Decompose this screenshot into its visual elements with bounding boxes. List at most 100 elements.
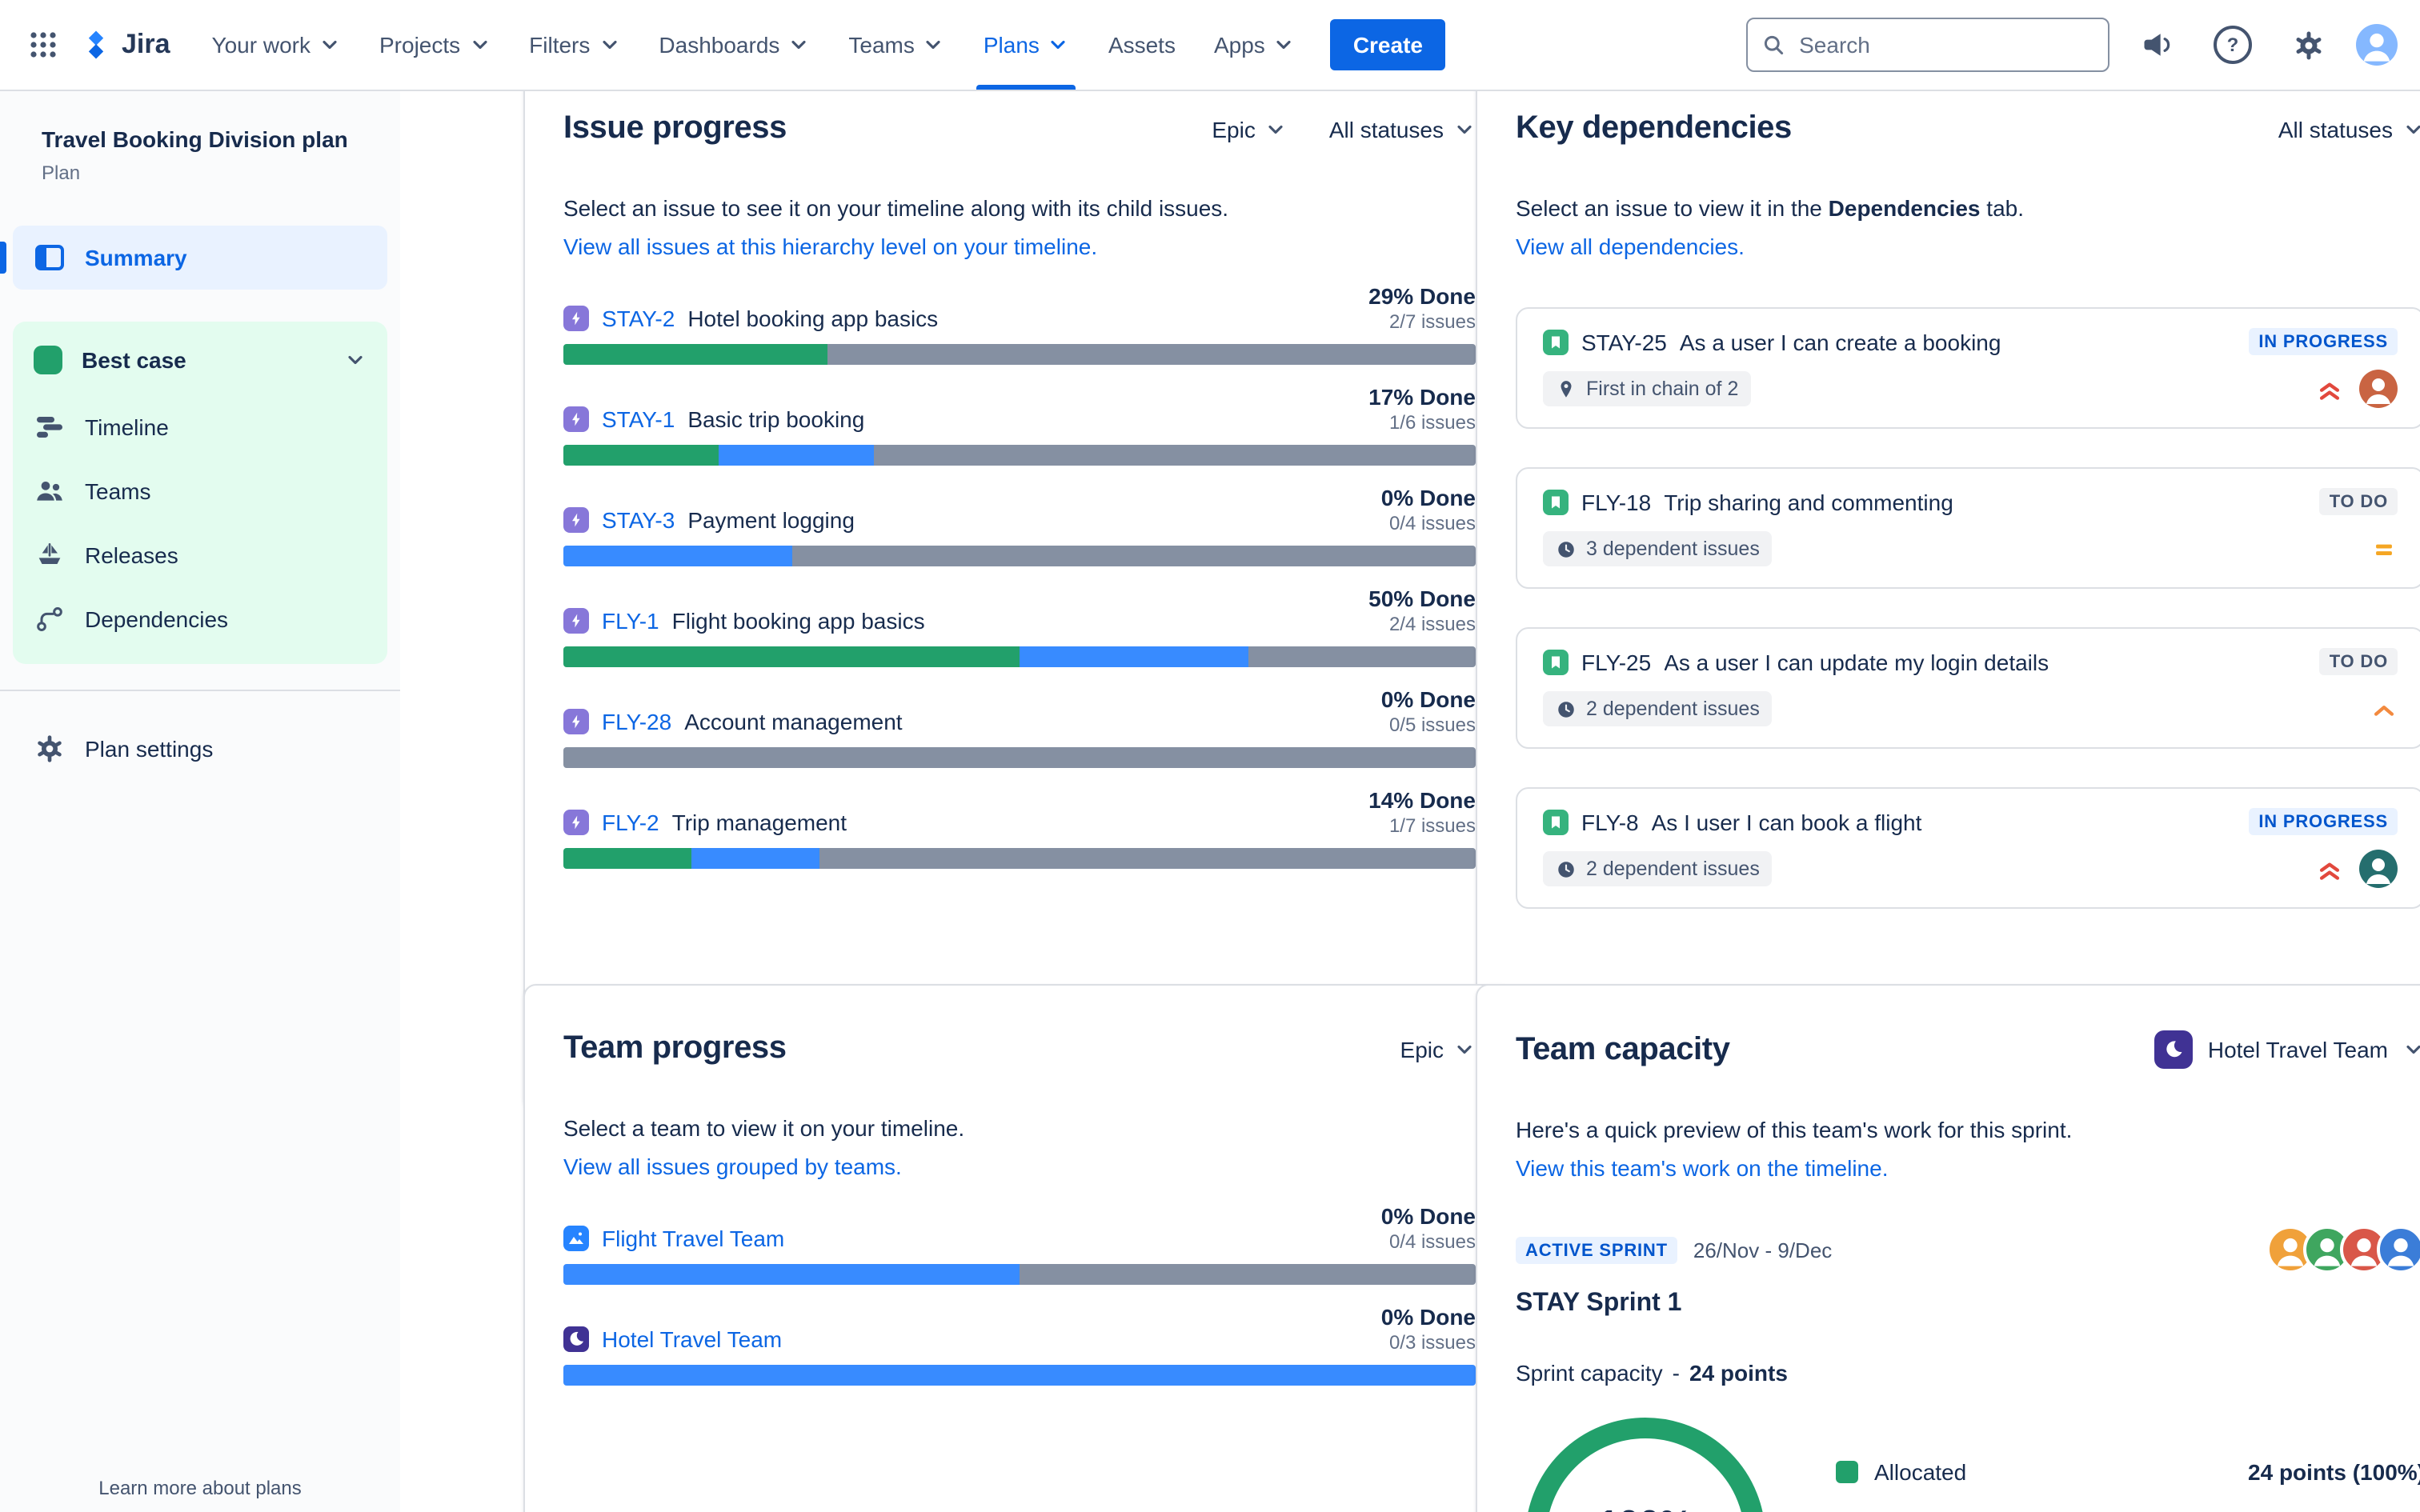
sidebar-item-timeline[interactable]: Timeline — [13, 395, 387, 459]
status-lozenge: TO DO — [2319, 488, 2398, 515]
gear-icon — [38, 735, 62, 762]
jira-logo-icon — [88, 30, 104, 59]
search-box — [1746, 18, 2109, 72]
epic-icon — [563, 810, 589, 835]
person-icon — [2366, 378, 2390, 404]
create-button[interactable]: Create — [1330, 19, 1445, 70]
status-filter-dropdown[interactable]: All statuses — [2278, 116, 2420, 142]
issue-key-link[interactable]: STAY-3 — [602, 507, 675, 533]
issue-row[interactable]: FLY-1 Flight booking app basics 50% Done… — [563, 586, 1476, 667]
progress-bar — [563, 646, 1476, 667]
issue-count: 1/7 issues — [1388, 814, 1476, 837]
dependency-item[interactable]: FLY-18 Trip sharing and commenting TO DO… — [1516, 467, 2420, 589]
search-input[interactable] — [1796, 30, 2093, 59]
nav-item-plans[interactable]: Plans — [964, 0, 1089, 90]
epic-icon — [563, 306, 589, 331]
dependency-item[interactable]: STAY-25 As a user I can create a booking… — [1516, 307, 2420, 429]
priority-highest-icon — [2319, 862, 2340, 879]
nav-item-teams[interactable]: Teams — [829, 0, 964, 90]
issue-count: 0/3 issues — [1388, 1331, 1476, 1354]
megaphone-icon — [2144, 34, 2170, 56]
status-lozenge: IN PROGRESS — [2249, 328, 2398, 355]
progress-bar — [563, 1365, 1476, 1386]
sidebar-item-teams[interactable]: Teams — [13, 459, 387, 523]
hotel-team-icon — [563, 1326, 589, 1352]
issue-key-link[interactable]: FLY-2 — [602, 810, 659, 835]
capacity-separator: - — [1672, 1360, 1680, 1386]
priority-highest-icon — [2319, 382, 2340, 399]
hierarchy-filter-dropdown[interactable]: Epic — [1212, 116, 1287, 142]
issue-row[interactable]: STAY-1 Basic trip booking 17% Done 1/6 i… — [563, 385, 1476, 466]
priority-medium-icon — [2376, 543, 2392, 554]
team-name-link[interactable]: Hotel Travel Team — [602, 1326, 782, 1352]
profile-avatar[interactable] — [2356, 24, 2398, 66]
sidebar-item-label: Teams — [85, 478, 151, 504]
issue-count: 0/5 issues — [1388, 714, 1476, 736]
issue-key-link[interactable]: STAY-1 — [602, 406, 675, 432]
dependency-item[interactable]: FLY-25 As a user I can update my login d… — [1516, 627, 2420, 749]
pin-icon — [1561, 380, 1572, 397]
plan-header: Travel Booking Division plan Plan — [0, 90, 400, 184]
issue-row[interactable]: FLY-2 Trip management 14% Done 1/7 issue… — [563, 788, 1476, 869]
view-issues-by-team-link[interactable]: View all issues grouped by teams. — [563, 1154, 902, 1179]
scenario-selector[interactable]: Best case — [13, 325, 387, 395]
gear-icon — [2295, 30, 2321, 59]
progress-bar — [563, 546, 1476, 566]
jira-logo[interactable]: Jira — [80, 29, 170, 61]
learn-more-link[interactable]: Learn more about plans — [0, 1477, 400, 1499]
progress-segment-done — [563, 344, 828, 365]
sidebar-item-plan-settings[interactable]: Plan settings — [13, 717, 387, 781]
card-description: Select a team to view it on your timelin… — [563, 1115, 965, 1141]
view-all-dependencies-link[interactable]: View all dependencies. — [1516, 234, 1745, 259]
chevron-down-icon — [348, 355, 363, 365]
sidebar-item-label: Timeline — [85, 414, 169, 440]
timeline-icon — [37, 417, 62, 438]
status-filter-dropdown[interactable]: All statuses — [1329, 116, 1476, 142]
nav-item-apps[interactable]: Apps — [1195, 0, 1315, 90]
issue-key: STAY-25 — [1581, 329, 1667, 354]
nav-item-dashboards[interactable]: Dashboards — [639, 0, 829, 90]
issue-summary: Trip sharing and commenting — [1664, 489, 1953, 514]
active-sprint-lozenge: ACTIVE SPRINT — [1516, 1236, 1677, 1263]
sidebar-item-label: Dependencies — [85, 606, 229, 632]
issue-key-link[interactable]: FLY-1 — [602, 608, 659, 634]
sidebar-item-releases[interactable]: Releases — [13, 523, 387, 587]
issue-key-link[interactable]: STAY-2 — [602, 306, 675, 331]
allocated-swatch — [1836, 1461, 1858, 1483]
issue-row[interactable]: STAY-2 Hotel booking app basics 29% Done… — [563, 284, 1476, 365]
card-title: Issue progress — [563, 110, 787, 146]
sprint-capacity-line: Sprint capacity - 24 points — [1516, 1360, 2420, 1386]
sidebar-item-summary[interactable]: Summary — [0, 226, 387, 290]
help-button[interactable]: ? — [2206, 18, 2260, 72]
hierarchy-filter-dropdown[interactable]: Epic — [1400, 1036, 1476, 1062]
issue-key: FLY-18 — [1581, 489, 1652, 514]
team-row[interactable]: Hotel Travel Team 0% Done 0/3 issues — [563, 1305, 1476, 1386]
dependency-item[interactable]: FLY-8 As I user I can book a flight IN P… — [1516, 787, 2420, 909]
announcements-button[interactable] — [2130, 18, 2185, 72]
chevron-down-icon — [323, 40, 337, 50]
issue-count: 2/7 issues — [1388, 310, 1476, 333]
sprint-name: STAY Sprint 1 — [1516, 1290, 1682, 1317]
story-icon — [1543, 329, 1569, 354]
chevron-down-icon — [791, 40, 806, 50]
legend-row-allocated: Allocated 24 points (100%) — [1836, 1459, 2420, 1485]
app-switcher-button[interactable] — [16, 18, 70, 72]
nav-item-assets[interactable]: Assets — [1089, 0, 1195, 90]
issue-row[interactable]: FLY-28 Account management 0% Done 0/5 is… — [563, 687, 1476, 768]
nav-item-projects[interactable]: Projects — [360, 0, 510, 90]
issue-key-link[interactable]: FLY-28 — [602, 709, 671, 734]
view-all-issues-link[interactable]: View all issues at this hierarchy level … — [563, 234, 1097, 259]
team-selector-dropdown[interactable]: Hotel Travel Team — [2154, 1030, 2420, 1069]
team-row[interactable]: Flight Travel Team 0% Done 0/4 issues — [563, 1204, 1476, 1285]
nav-item-filters[interactable]: Filters — [510, 0, 639, 90]
progress-bar — [563, 747, 1476, 768]
sidebar-item-dependencies[interactable]: Dependencies — [13, 587, 387, 651]
primary-navigation: Your work Projects Filters Dashboards Te… — [193, 0, 1315, 90]
nav-item-your-work[interactable]: Your work — [193, 0, 361, 90]
issue-row[interactable]: STAY-3 Payment logging 0% Done 0/4 issue… — [563, 486, 1476, 566]
chevron-down-icon — [1457, 124, 1472, 134]
team-name-link[interactable]: Flight Travel Team — [602, 1226, 784, 1251]
settings-button[interactable] — [2281, 18, 2335, 72]
view-team-timeline-link[interactable]: View this team's work on the timeline. — [1516, 1155, 1889, 1181]
progress-segment-inprogress — [563, 546, 791, 566]
